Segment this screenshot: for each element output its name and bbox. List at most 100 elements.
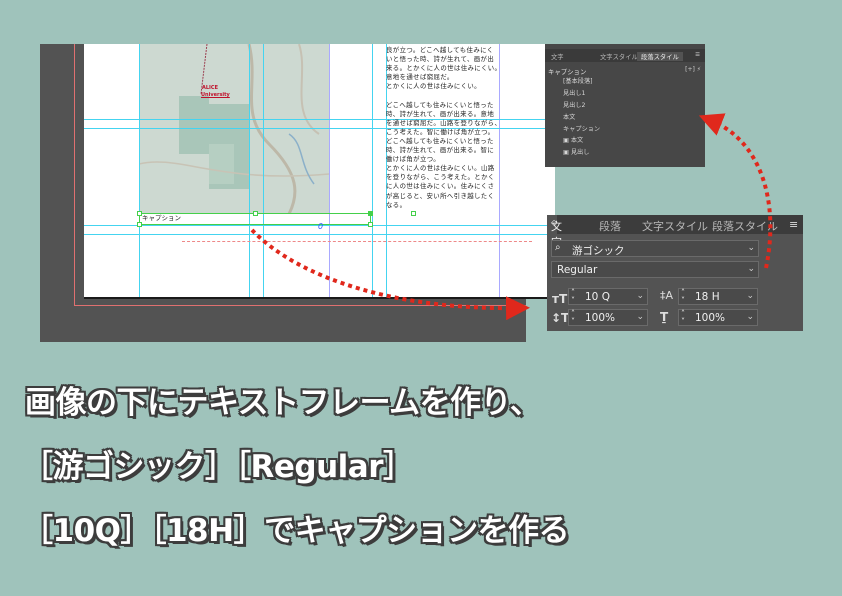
stepper-icon[interactable]: ˄ ˅: [571, 310, 575, 326]
body-text-line: とかくに人の世は住みにくい。: [386, 82, 481, 91]
font-family-field[interactable]: ⌕ 游ゴシック ⌄: [551, 240, 759, 257]
panel-tabbar: 文字 文字スタイル 段落スタイル ≡: [545, 49, 705, 62]
tab-character[interactable]: ◇ 文字: [547, 215, 562, 249]
search-icon: ⌕: [555, 242, 561, 253]
headline-line-1: 画像の下にテキストフレームを作り、: [25, 385, 541, 421]
new-style-icon[interactable]: [+] ⚡: [685, 66, 701, 73]
frame-handle[interactable]: [411, 211, 416, 216]
body-text-line: [386, 91, 498, 100]
style-item[interactable]: 本文: [563, 112, 575, 121]
current-style-label: キャプション: [548, 68, 587, 76]
map-roads: [139, 44, 329, 214]
chevron-down-icon: ⌄: [746, 312, 754, 322]
body-text-line: 意地を通せば窮屈だ。: [386, 73, 454, 82]
bleed-line: [74, 44, 75, 306]
guide-line: [329, 44, 330, 297]
folder-icon: ▣: [563, 149, 571, 156]
chevron-down-icon: ⌄: [747, 264, 755, 274]
style-item[interactable]: ▣ 見出し: [563, 147, 589, 156]
frame-handle[interactable]: [137, 211, 142, 216]
style-item[interactable]: [基本段落]: [563, 76, 593, 85]
font-size-value: 10 Q: [585, 291, 610, 303]
tab-paragraph-styles[interactable]: 段落スタイル: [637, 52, 683, 61]
guide-line: [84, 234, 555, 235]
body-text-frame[interactable]: 良が立つ。どこへ越しても住みにく いと悟った時、詩が生れて、画が出 来る。とかくに人…: [386, 46, 498, 210]
body-text-line: 時、詩が生れて、画が出来る。意地: [386, 109, 495, 118]
guide-line: [249, 44, 250, 297]
body-text-line: なる。: [386, 200, 407, 209]
panel-menu-icon[interactable]: ≡: [695, 51, 700, 58]
style-item-label: 本文: [570, 137, 584, 144]
frame-handle[interactable]: [253, 211, 258, 216]
body-text-line: に人の世は住みにくい。住みにくさ: [386, 182, 495, 191]
style-item-label: 見出し: [570, 149, 590, 156]
chevron-down-icon: ⌄: [747, 243, 755, 253]
guide-line: [263, 44, 264, 297]
leading-value: 18 H: [695, 291, 720, 303]
stepper-icon[interactable]: ˄ ˅: [571, 289, 575, 305]
caption-text: キャプション: [142, 214, 181, 222]
body-text-line: を登りながら、こう考えた。とかく: [386, 173, 495, 182]
chevron-down-icon: ⌄: [636, 291, 644, 301]
style-item[interactable]: 見出し2: [563, 100, 586, 109]
bleed-line: [74, 305, 526, 306]
folder-icon: ▣: [563, 137, 571, 144]
tab-character-styles[interactable]: 文字スタイル: [642, 218, 708, 234]
guide-line: [499, 44, 500, 297]
font-size-icon: ᴛT: [552, 292, 568, 306]
body-text-line: どこへ越しても住みにくいと悟った: [386, 136, 494, 145]
body-text-line: 働けば角が立つ。: [386, 155, 441, 164]
stepper-icon[interactable]: ˄ ˅: [681, 310, 685, 326]
document-page[interactable]: ALICE University 良が立つ。どこへ越しても住みにく いと悟った時、…: [84, 44, 555, 299]
style-item[interactable]: キャプション: [563, 124, 600, 133]
vertical-scale-value: 100%: [585, 312, 616, 324]
font-style-field[interactable]: Regular ⌄: [551, 261, 759, 278]
chevron-down-icon: ⌄: [636, 312, 644, 322]
font-size-field[interactable]: ˄ ˅ 10 Q ⌄: [568, 288, 648, 305]
font-family-value: 游ゴシック: [572, 245, 625, 257]
body-text-line: とかくに人の世は住みにくい。山路: [386, 164, 495, 173]
character-panel: ◇ 文字 段落 文字スタイル 段落スタイル ≡ ⌕ 游ゴシック ⌄ Regula…: [547, 215, 803, 331]
horizontal-scale-icon: Ṯ: [660, 310, 669, 324]
body-text-line: が高じると、安い所へ引き越したく: [386, 191, 495, 200]
hamburger-menu-icon[interactable]: ≡: [789, 218, 798, 231]
style-item[interactable]: ▣ 本文: [563, 135, 583, 144]
font-style-value: Regular: [557, 264, 598, 276]
style-item[interactable]: 見出し1: [563, 88, 586, 97]
headline-line-2: ［游ゴシック］［Regular］: [22, 449, 414, 485]
body-text-line: いと悟った時、詩が生れて、画が出: [386, 55, 495, 64]
horizontal-scale-field[interactable]: ˄ ˅ 100% ⌄: [678, 309, 758, 326]
body-text-line: 来る。とかくに人の世は住みにくい。: [386, 64, 498, 73]
indesign-pasteboard: ALICE University 良が立つ。どこへ越しても住みにく いと悟った時、…: [40, 44, 555, 342]
body-text-line: こう考えた。智に働けば角が立つ。: [386, 127, 495, 136]
map-label: University: [201, 92, 230, 98]
frame-handle[interactable]: [368, 211, 373, 216]
guide-line: [139, 44, 140, 297]
baseline-grid: [182, 241, 532, 242]
tab-character[interactable]: 文字: [551, 52, 564, 61]
vertical-scale-field[interactable]: ˄ ˅ 100% ⌄: [568, 309, 648, 326]
body-text-line: 時、詩が生れて、画が出来る。智に: [386, 146, 495, 155]
headline-line-3: ［10Q］［18H］でキャプションを作る: [22, 513, 570, 549]
leading-icon: ‡A: [660, 289, 674, 302]
body-text-line: どこへ越しても住みにくいと悟った: [386, 100, 494, 109]
panel-tabbar: ◇ 文字 段落 文字スタイル 段落スタイル ≡: [547, 215, 803, 249]
vertical-scale-icon: ↕T: [551, 311, 570, 325]
body-text-line: 良が立つ。どこへ越しても住みにく: [386, 46, 494, 54]
tab-paragraph[interactable]: 段落: [599, 218, 621, 234]
guide-line: [372, 44, 373, 297]
paragraph-styles-panel: 文字 文字スタイル 段落スタイル ≡ キャプション [+] ⚡ [基本段落] 見…: [545, 44, 705, 167]
body-text-line: を通せば窮屈だ。山路を登りながら、: [386, 118, 498, 127]
frame-handle[interactable]: [137, 222, 142, 227]
frame-marker: 0: [318, 222, 324, 231]
map-image[interactable]: ALICE University: [139, 44, 329, 214]
frame-handle[interactable]: [368, 222, 373, 227]
chevron-down-icon: ⌄: [746, 291, 754, 301]
stepper-icon[interactable]: ˄ ˅: [681, 289, 685, 305]
horizontal-scale-value: 100%: [695, 312, 726, 324]
map-label: ALICE: [202, 85, 219, 91]
tab-character-styles[interactable]: 文字スタイル: [600, 52, 638, 61]
tab-paragraph-styles[interactable]: 段落スタイル: [712, 218, 778, 234]
page-edge: [84, 297, 555, 299]
leading-field[interactable]: ˄ ˅ 18 H ⌄: [678, 288, 758, 305]
